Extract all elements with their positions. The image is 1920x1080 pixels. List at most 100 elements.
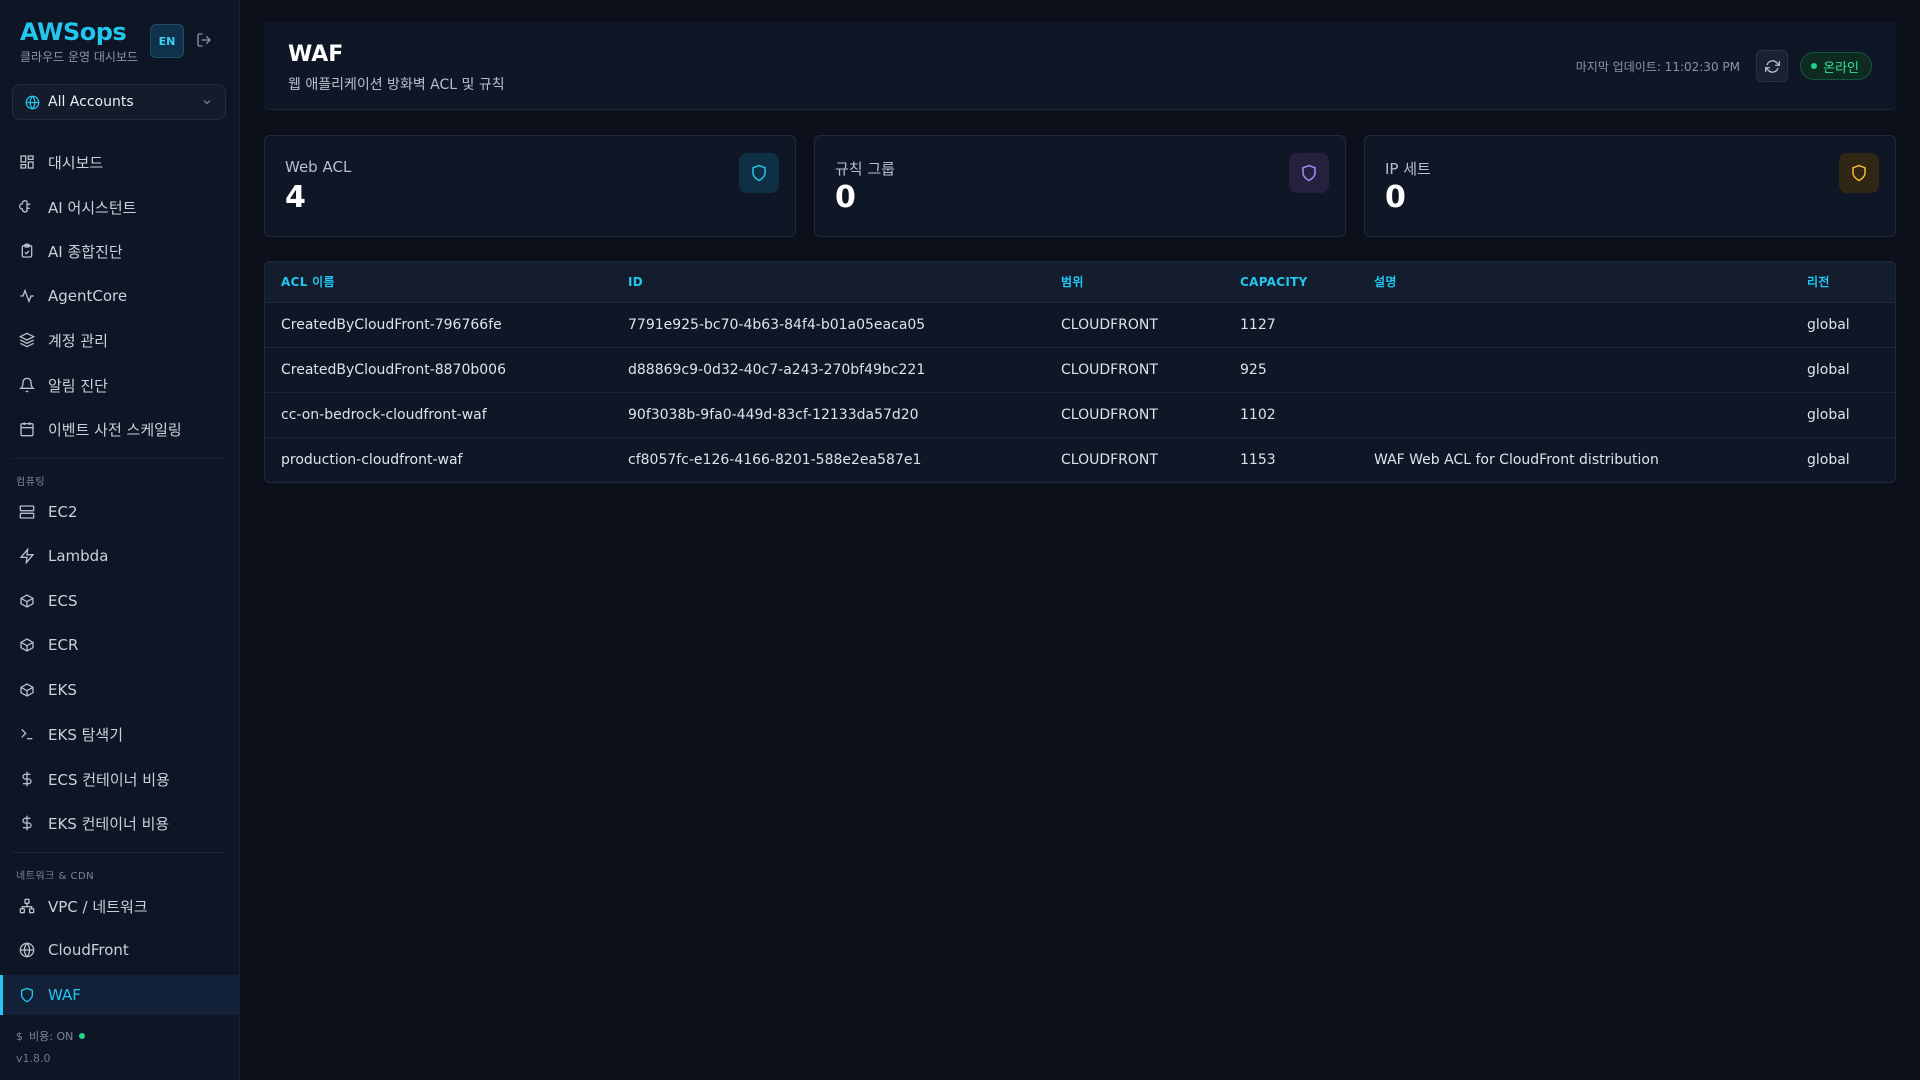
sidebar-item-ai-assistant[interactable]: AI 어시스턴트 (0, 187, 239, 227)
cell-capacity: 1153 (1240, 451, 1276, 468)
stat-value: 4 (285, 180, 306, 215)
sidebar-item-cloudfront[interactable]: CloudFront (0, 930, 239, 970)
sidebar-item-label: EKS 컨테이너 비용 (48, 814, 170, 833)
sidebar-item-event-scaling[interactable]: 이벤트 사전 스케일링 (0, 409, 239, 449)
table-header-row: ACL 이름 ID 범위 CAPACITY 설명 리전 (265, 262, 1895, 302)
sidebar-item-label: Lambda (48, 547, 109, 565)
status-dot (1811, 63, 1818, 69)
account-selector-value: All Accounts (48, 94, 134, 110)
sidebar-item-label: CloudFront (48, 941, 129, 959)
cell-region: global (1807, 406, 1850, 423)
cell-capacity: 1102 (1240, 406, 1276, 423)
refresh-button[interactable] (1756, 50, 1788, 82)
sidebar-item-label: ECS (48, 592, 78, 610)
cell-capacity: 925 (1240, 361, 1267, 378)
column-header-capacity[interactable]: CAPACITY (1224, 262, 1358, 302)
refresh-icon (1764, 59, 1780, 73)
cell-id: d88869c9-0d32-40c7-a243-270bf49bc221 (628, 361, 926, 378)
brand-title[interactable]: AWSops (20, 18, 138, 46)
dollar-icon (18, 814, 36, 832)
shield-icon (18, 986, 36, 1004)
cell-scope: CLOUDFRONT (1061, 316, 1158, 333)
cell-description (1358, 347, 1791, 392)
stat-value: 0 (835, 180, 856, 215)
shield-icon (739, 153, 779, 193)
globe-icon (25, 95, 40, 110)
waf-acl-table: ACL 이름 ID 범위 CAPACITY 설명 리전 CreatedByClo… (264, 261, 1896, 483)
server-icon (18, 503, 36, 521)
sidebar-item-vpc[interactable]: VPC / 네트워크 (0, 886, 239, 926)
section-label-network: 네트워크 & CDN (16, 871, 95, 882)
brain-icon (18, 198, 36, 216)
sidebar-item-eks[interactable]: EKS (0, 670, 239, 710)
column-header-scope[interactable]: 범위 (1045, 262, 1224, 302)
dollar-icon (18, 770, 36, 788)
box-icon (18, 592, 36, 610)
clipboard-check-icon (18, 242, 36, 260)
sidebar-item-ec2[interactable]: EC2 (0, 492, 239, 532)
terminal-icon (18, 725, 36, 743)
cell-scope: CLOUDFRONT (1061, 451, 1158, 468)
logout-icon[interactable] (194, 30, 214, 50)
cell-region: global (1807, 451, 1850, 468)
table-row[interactable]: CreatedByCloudFront-8870b006 d88869c9-0d… (265, 347, 1895, 392)
chevron-down-icon (201, 96, 213, 108)
cell-description (1358, 392, 1791, 437)
page-title: WAF (288, 42, 344, 67)
globe-icon (18, 941, 36, 959)
page-subtitle: 웹 애플리케이션 방화벽 ACL 및 규칙 (288, 77, 505, 93)
cell-acl-name: production-cloudfront-waf (281, 451, 463, 468)
table-row[interactable]: cc-on-bedrock-cloudfront-waf 90f3038b-9f… (265, 392, 1895, 437)
section-label-compute: 컴퓨팅 (16, 477, 46, 488)
sidebar-item-lambda[interactable]: Lambda (0, 536, 239, 576)
sidebar-item-accounts[interactable]: 계정 관리 (0, 320, 239, 360)
column-header-region[interactable]: 리전 (1791, 262, 1895, 302)
network-icon (18, 897, 36, 915)
cell-region: global (1807, 361, 1850, 378)
sidebar-item-label: 알림 진단 (48, 376, 108, 395)
sidebar-item-label: VPC / 네트워크 (48, 897, 148, 916)
sidebar-item-label: 계정 관리 (48, 331, 108, 350)
stat-value: 0 (1385, 180, 1406, 215)
language-toggle-button[interactable]: EN (150, 24, 184, 58)
dollar-icon: $ (16, 1029, 23, 1043)
sidebar: AWSops 클라우드 운영 대시보드 EN All Accounts 대시보드… (0, 0, 240, 1080)
sidebar-item-label: EKS 탐색기 (48, 725, 124, 744)
cell-acl-name: CreatedByCloudFront-8870b006 (281, 361, 506, 378)
sidebar-item-eks-cost[interactable]: EKS 컨테이너 비용 (0, 803, 239, 843)
sidebar-item-label: AgentCore (48, 287, 128, 305)
sidebar-item-label: 이벤트 사전 스케일링 (48, 420, 182, 439)
stat-label: 규칙 그룹 (835, 160, 895, 178)
sidebar-item-waf[interactable]: WAF (0, 975, 239, 1015)
sidebar-item-ai-diagnosis[interactable]: AI 종합진단 (0, 231, 239, 271)
shield-icon (1289, 153, 1329, 193)
table-row[interactable]: CreatedByCloudFront-796766fe 7791e925-bc… (265, 302, 1895, 347)
sidebar-item-label: WAF (48, 986, 81, 1004)
column-header-id[interactable]: ID (612, 262, 1045, 302)
column-header-description[interactable]: 설명 (1358, 262, 1791, 302)
cell-id: cf8057fc-e126-4166-8201-588e2ea587e1 (628, 451, 922, 468)
sidebar-item-agentcore[interactable]: AgentCore (0, 276, 239, 316)
sidebar-item-label: EKS (48, 681, 77, 699)
calendar-icon (18, 420, 36, 438)
cost-status: $ 비용: ON (16, 1028, 86, 1044)
sidebar-item-ecs-cost[interactable]: ECS 컨테이너 비용 (0, 759, 239, 799)
stat-label: Web ACL (285, 158, 352, 176)
account-selector[interactable]: All Accounts (12, 84, 226, 120)
page-header: WAF 웹 애플리케이션 방화벽 ACL 및 규칙 마지막 업데이트: 11:0… (264, 22, 1896, 110)
column-header-acl-name[interactable]: ACL 이름 (265, 262, 612, 302)
sidebar-item-label: ECS 컨테이너 비용 (48, 770, 170, 789)
sidebar-item-alert-diagnosis[interactable]: 알림 진단 (0, 365, 239, 405)
table-row[interactable]: production-cloudfront-waf cf8057fc-e126-… (265, 437, 1895, 482)
sidebar-item-label: AI 어시스턴트 (48, 198, 137, 217)
sidebar-item-ecs[interactable]: ECS (0, 581, 239, 621)
sidebar-item-eks-explorer[interactable]: EKS 탐색기 (0, 714, 239, 754)
sidebar-item-ecr[interactable]: ECR (0, 625, 239, 665)
cell-acl-name: CreatedByCloudFront-796766fe (281, 316, 502, 333)
sidebar-item-dashboard[interactable]: 대시보드 (0, 142, 239, 182)
stat-label: IP 세트 (1385, 160, 1431, 178)
cost-status-label: 비용: ON (29, 1030, 74, 1043)
cell-capacity: 1127 (1240, 316, 1276, 333)
last-updated: 마지막 업데이트: 11:02:30 PM (1575, 60, 1740, 74)
cell-acl-name: cc-on-bedrock-cloudfront-waf (281, 406, 487, 423)
